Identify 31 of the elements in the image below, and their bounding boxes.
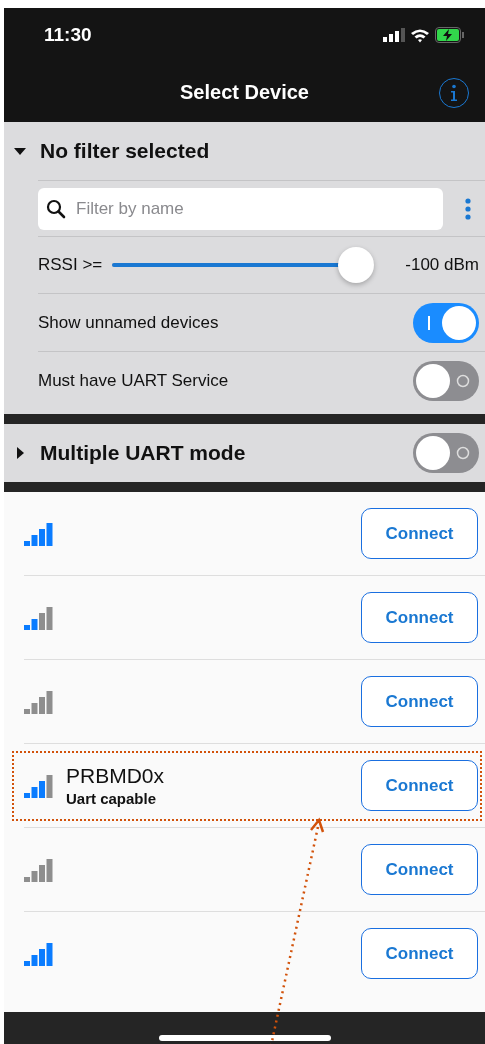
wifi-icon xyxy=(410,27,430,43)
home-indicator[interactable] xyxy=(158,1035,331,1041)
slider-thumb[interactable] xyxy=(337,247,374,283)
search-icon xyxy=(46,198,66,219)
toggle-switch[interactable] xyxy=(413,360,479,401)
connect-button[interactable]: Connect xyxy=(361,844,478,895)
off-circle-icon xyxy=(456,373,470,388)
rssi-reading: -100 dBm xyxy=(405,255,479,275)
filter-section-title[interactable]: No filter selected xyxy=(40,139,479,163)
device-name: PRBMD0x xyxy=(66,764,166,788)
connect-button[interactable]: Connect xyxy=(361,508,478,559)
cellular-icon xyxy=(383,28,405,42)
toggle-switch[interactable] xyxy=(413,433,479,473)
search-bar[interactable]: Filter by name xyxy=(38,187,443,230)
off-circle-icon xyxy=(456,446,470,460)
connect-button[interactable]: Connect xyxy=(361,928,478,979)
option-label: Must have UART Service xyxy=(38,370,230,391)
connect-button[interactable]: Connect xyxy=(361,760,478,811)
option-label: Show unnamed devices xyxy=(38,312,220,333)
rssi-label: RSSI >= xyxy=(38,255,103,275)
battery-charging-icon xyxy=(435,27,465,43)
more-options-icon[interactable] xyxy=(463,196,473,221)
device-subtitle: Uart capable xyxy=(66,790,158,807)
toggle-switch[interactable] xyxy=(413,302,479,343)
screen-title: Select Device xyxy=(180,80,309,104)
status-time: 11:30 xyxy=(44,24,92,46)
search-field[interactable]: Filter by name xyxy=(74,197,435,220)
connect-button[interactable]: Connect xyxy=(361,676,478,727)
connect-button[interactable]: Connect xyxy=(361,592,478,643)
info-icon xyxy=(449,84,459,102)
rssi-slider[interactable] xyxy=(112,247,375,283)
